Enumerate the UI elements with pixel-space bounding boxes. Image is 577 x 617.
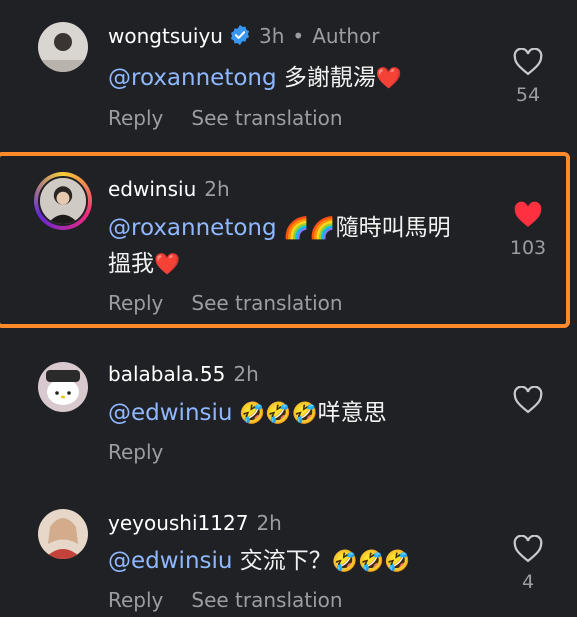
timestamp: 2h [233,362,259,386]
mention-link[interactable]: @roxannetong [108,215,277,241]
comment-header: edwinsiu 2h [108,177,230,201]
comment-body: 咩意思 [317,400,387,426]
timestamp: 2h [256,511,282,535]
username[interactable]: edwinsiu [108,177,196,201]
reply-button[interactable]: Reply [108,291,163,315]
comment-text: @roxannetong 多謝靚湯❤️ [108,60,498,96]
mention-link[interactable]: @edwinsiu [108,400,232,426]
mention-link[interactable]: @edwinsiu [108,548,232,574]
comment-body: 隨時叫馬明 [335,215,451,241]
comment-body: 交流下？ [232,548,332,574]
reply-button[interactable]: Reply [108,440,163,464]
like-control: 4 [508,535,548,593]
verified-badge-icon [229,24,251,46]
comment-actions: Reply See translation [108,106,371,130]
heart-emoji: ❤️ [154,252,181,276]
like-control: 103 [508,201,548,259]
laughing-emoji: 🤣🤣🤣 [331,549,411,573]
mention-link[interactable]: @roxannetong [108,65,277,91]
comment-actions: Reply [108,440,191,464]
comment-body: 多謝靚湯 [276,65,376,91]
separator-dot: • [292,24,305,48]
avatar[interactable] [38,362,88,412]
heart-outline-icon[interactable] [513,386,543,414]
like-control: 54 [508,48,548,106]
heart-filled-icon[interactable] [513,201,543,229]
username[interactable]: yeyoushi1127 [108,511,248,535]
see-translation-button[interactable]: See translation [191,291,342,315]
heart-outline-icon[interactable] [513,535,543,563]
comment-header: yeyoushi1127 2h [108,511,282,535]
reply-button[interactable]: Reply [108,106,163,130]
like-control [508,386,548,414]
comment-body-line2: 搵我 [108,251,154,277]
avatar[interactable] [38,22,88,72]
timestamp: 3h [258,24,285,48]
see-translation-button[interactable]: See translation [191,588,342,612]
author-label: Author [312,24,380,48]
comment-actions: Reply See translation [108,588,371,612]
laughing-emoji: 🤣🤣🤣 [232,401,318,425]
comment-text: @roxannetong 🌈🌈隨時叫馬明搵我❤️ [108,210,498,282]
comment-header: wongtsuiyu 3h • Author [108,24,380,48]
like-count: 4 [521,571,535,593]
comment-text: @edwinsiu 交流下？🤣🤣🤣 [108,543,498,579]
like-count: 54 [515,84,541,106]
avatar[interactable] [38,509,88,559]
reply-button[interactable]: Reply [108,588,163,612]
story-ring[interactable] [34,172,92,230]
avatar[interactable] [38,176,88,226]
heart-emoji: ❤️ [375,66,403,90]
heart-outline-icon[interactable] [513,48,543,76]
rainbow-emoji: 🌈🌈 [276,216,336,240]
timestamp: 2h [204,177,230,201]
like-count: 103 [509,237,547,259]
see-translation-button[interactable]: See translation [191,106,342,130]
username[interactable]: balabala.55 [108,362,225,386]
comment-text: @edwinsiu 🤣🤣🤣咩意思 [108,395,498,431]
username[interactable]: wongtsuiyu [108,24,223,48]
comment-actions: Reply See translation [108,291,371,315]
comment-header: balabala.55 2h [108,362,259,386]
